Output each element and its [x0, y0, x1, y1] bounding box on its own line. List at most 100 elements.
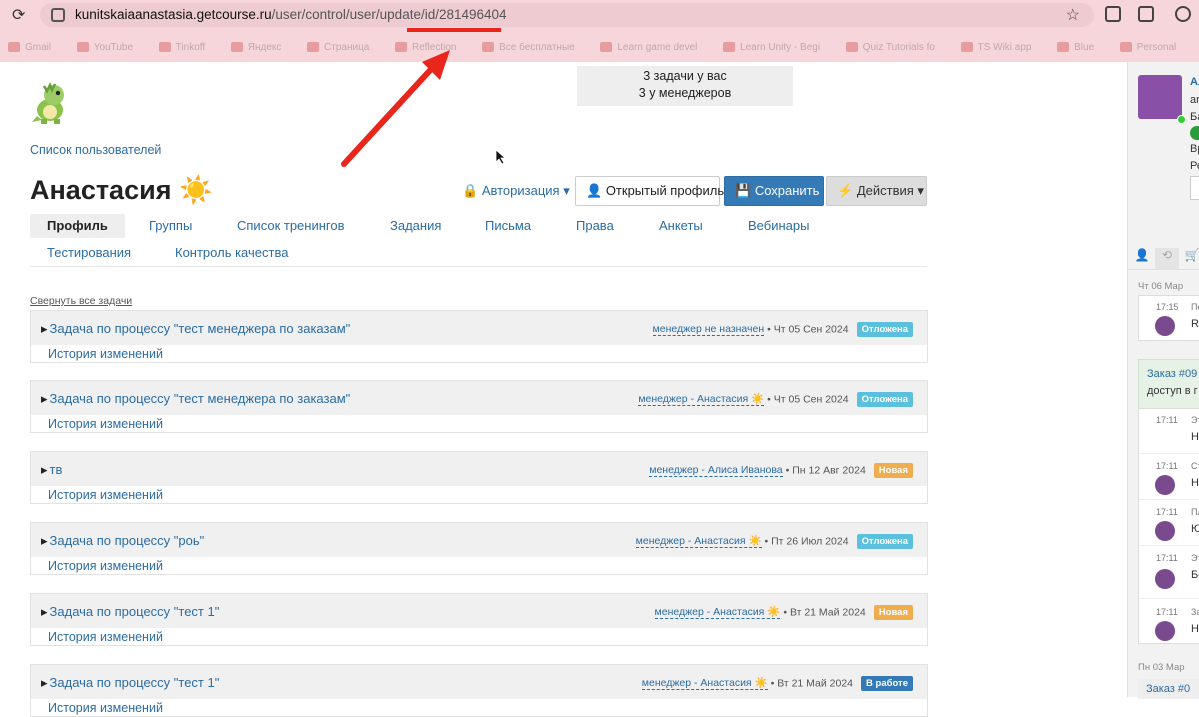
- history-link[interactable]: История изменений: [48, 417, 163, 431]
- panel-event[interactable]: 17:15 Пе Re: [1138, 295, 1199, 341]
- task-date: Пн 12 Авг 2024: [792, 464, 866, 477]
- panel-tab-cart-icon[interactable]: 🛒: [1180, 248, 1199, 270]
- panel-event[interactable]: 17:11 За Не: [1139, 601, 1199, 644]
- tab-rights[interactable]: Права: [559, 214, 631, 238]
- bookmark-item[interactable]: Learn game devel: [600, 42, 697, 53]
- tab-questionnaires[interactable]: Анкеты: [642, 214, 720, 238]
- order-link[interactable]: Заказ #0: [1146, 683, 1190, 695]
- task-date: Вт 21 Май 2024: [789, 606, 866, 619]
- task-title[interactable]: Задача по процессу "тест 1": [41, 604, 220, 620]
- order-notification[interactable]: Заказ #0: [1138, 679, 1199, 699]
- status-badge: Отложена: [856, 322, 913, 337]
- order-text: доступ в г: [1147, 385, 1198, 397]
- task-title[interactable]: Задача по процессу "тест менеджера по за…: [41, 321, 351, 337]
- task-card: Задача по процессу "тест 1" менеджер - Ан…: [30, 593, 928, 646]
- open-profile-button[interactable]: 👤 Открытый профиль: [575, 176, 724, 206]
- bookmark-item[interactable]: Все бесплатные: [482, 42, 575, 53]
- phone-icon[interactable]: [1190, 126, 1199, 140]
- avatar[interactable]: [1138, 75, 1182, 119]
- task-manager[interactable]: менеджер - Анастасия ☀️: [638, 393, 765, 407]
- event-text: Бе: [1191, 569, 1199, 581]
- task-header[interactable]: тв менеджер - Алиса Иванова• Пн 12 Авг 20…: [31, 452, 927, 486]
- bookmark-item[interactable]: YouTube: [77, 42, 133, 53]
- panel-event[interactable]: 17:11 Пл Ю: [1139, 501, 1199, 546]
- extensions-icon[interactable]: [1138, 6, 1154, 22]
- task-manager[interactable]: менеджер - Анастасия ☀️: [635, 535, 762, 549]
- code-extension-icon[interactable]: [1105, 6, 1121, 22]
- task-manager[interactable]: менеджер не назначен: [652, 323, 765, 337]
- tab-trainings[interactable]: Список тренингов: [220, 214, 362, 238]
- bookmark-item[interactable]: Quiz Tutorials fo: [846, 42, 935, 53]
- panel-tab-history-icon[interactable]: ⟲: [1155, 248, 1179, 270]
- panel-tab-user-icon[interactable]: 👤: [1130, 248, 1154, 270]
- caret-down-icon: ▾: [917, 183, 924, 198]
- actions-dropdown-button[interactable]: ⚡ Действия ▾: [826, 176, 927, 206]
- save-button[interactable]: 💾 Сохранить: [724, 176, 824, 206]
- bookmark-item[interactable]: Personal: [1120, 42, 1176, 53]
- page-title: Анастасия ☀️: [30, 174, 213, 206]
- tab-letters[interactable]: Письма: [468, 214, 548, 238]
- task-title[interactable]: Задача по процессу "роь": [41, 533, 205, 549]
- panel-event[interactable]: 17:11 Ст Не: [1139, 455, 1199, 500]
- collapse-all-tasks-link[interactable]: Свернуть все задачи: [30, 295, 132, 307]
- panel-user-name[interactable]: Ал: [1190, 76, 1199, 88]
- event-type: Эт: [1191, 553, 1199, 563]
- open-profile-label: Открытый профиль: [605, 183, 725, 198]
- reload-icon[interactable]: ⟳: [12, 5, 25, 25]
- task-title[interactable]: Задача по процессу "тест 1": [41, 675, 220, 691]
- authorization-dropdown[interactable]: 🔒 Авторизация ▾: [462, 183, 570, 199]
- address-bar[interactable]: kunitskaiaanastasia.getcourse.ru/user/co…: [40, 3, 1094, 27]
- bookmark-item[interactable]: TS Wiki app: [961, 42, 1032, 53]
- status-badge: Отложена: [856, 534, 913, 549]
- task-header[interactable]: Задача по процессу "тест менеджера по за…: [31, 381, 927, 415]
- history-link[interactable]: История изменений: [48, 347, 163, 361]
- actions-label: Действия: [856, 183, 914, 198]
- browser-toolbar: ⟳ kunitskaiaanastasia.getcourse.ru/user/…: [0, 0, 1199, 62]
- bookmark-star-icon[interactable]: ☆: [1066, 5, 1080, 25]
- task-header[interactable]: Задача по процессу "тест 1" менеджер - Ан…: [31, 594, 927, 628]
- tab-webinars[interactable]: Вебинары: [731, 214, 826, 238]
- history-link[interactable]: История изменений: [48, 630, 163, 644]
- bookmark-item[interactable]: Learn Unity - Begi: [723, 42, 820, 53]
- task-date: Чт 05 Сен 2024: [773, 393, 849, 406]
- panel-event[interactable]: 17:11 Эт Не: [1139, 409, 1199, 454]
- history-link[interactable]: История изменений: [48, 559, 163, 573]
- users-list-link[interactable]: Список пользователей: [30, 143, 161, 157]
- avatar: [1155, 316, 1175, 336]
- bookmark-item[interactable]: Blue: [1057, 42, 1094, 53]
- bookmarks-bar: Gmail YouTube Tinkoff Яндекс Страница Re…: [0, 38, 1199, 56]
- task-manager[interactable]: менеджер - Анастасия ☀️: [654, 606, 781, 620]
- task-title[interactable]: Задача по процессу "тест менеджера по за…: [41, 391, 351, 407]
- event-time: 17:11: [1156, 461, 1178, 471]
- site-settings-icon[interactable]: [51, 8, 65, 22]
- dinosaur-logo-icon[interactable]: [30, 82, 74, 124]
- order-link[interactable]: Заказ #09: [1147, 368, 1197, 380]
- task-header[interactable]: Задача по процессу "роь" менеджер - Анаст…: [31, 523, 927, 557]
- history-link[interactable]: История изменений: [48, 488, 163, 502]
- history-link[interactable]: История изменений: [48, 701, 163, 715]
- task-header[interactable]: Задача по процессу "тест менеджера по за…: [31, 311, 927, 345]
- task-manager[interactable]: менеджер - Алиса Иванова: [649, 464, 783, 478]
- panel-event[interactable]: 17:11 Эт Бе: [1139, 547, 1199, 599]
- tab-profile[interactable]: Профиль: [30, 214, 125, 238]
- bookmark-item[interactable]: Gmail: [8, 42, 51, 53]
- order-notification[interactable]: Заказ #09 доступ в г: [1138, 359, 1199, 409]
- url-text[interactable]: kunitskaiaanastasia.getcourse.ru/user/co…: [75, 7, 507, 22]
- bookmark-item[interactable]: Tinkoff: [159, 42, 205, 53]
- extension-icon[interactable]: [1175, 6, 1191, 22]
- tab-groups[interactable]: Группы: [132, 214, 209, 238]
- task-summary[interactable]: 3 задачи у вас 3 у менеджеров: [577, 66, 793, 106]
- task-card: Задача по процессу "тест менеджера по за…: [30, 310, 928, 363]
- task-title[interactable]: тв: [41, 462, 63, 478]
- user-icon: 👤: [586, 183, 603, 198]
- panel-input[interactable]: [1190, 176, 1199, 200]
- event-time: 17:11: [1156, 553, 1178, 563]
- task-manager[interactable]: менеджер - Анастасия ☀️: [641, 677, 768, 691]
- task-meta: менеджер - Анастасия ☀️ • Пт 26 Июл 2024 О…: [635, 534, 913, 549]
- tab-quality-control[interactable]: Контроль качества: [158, 241, 305, 265]
- task-date: Вт 21 Май 2024: [777, 677, 854, 690]
- bookmark-item[interactable]: Яндекс: [231, 42, 282, 53]
- task-header[interactable]: Задача по процессу "тест 1" менеджер - Ан…: [31, 665, 927, 699]
- tab-assignments[interactable]: Задания: [373, 214, 458, 238]
- tab-tests[interactable]: Тестирования: [30, 241, 148, 265]
